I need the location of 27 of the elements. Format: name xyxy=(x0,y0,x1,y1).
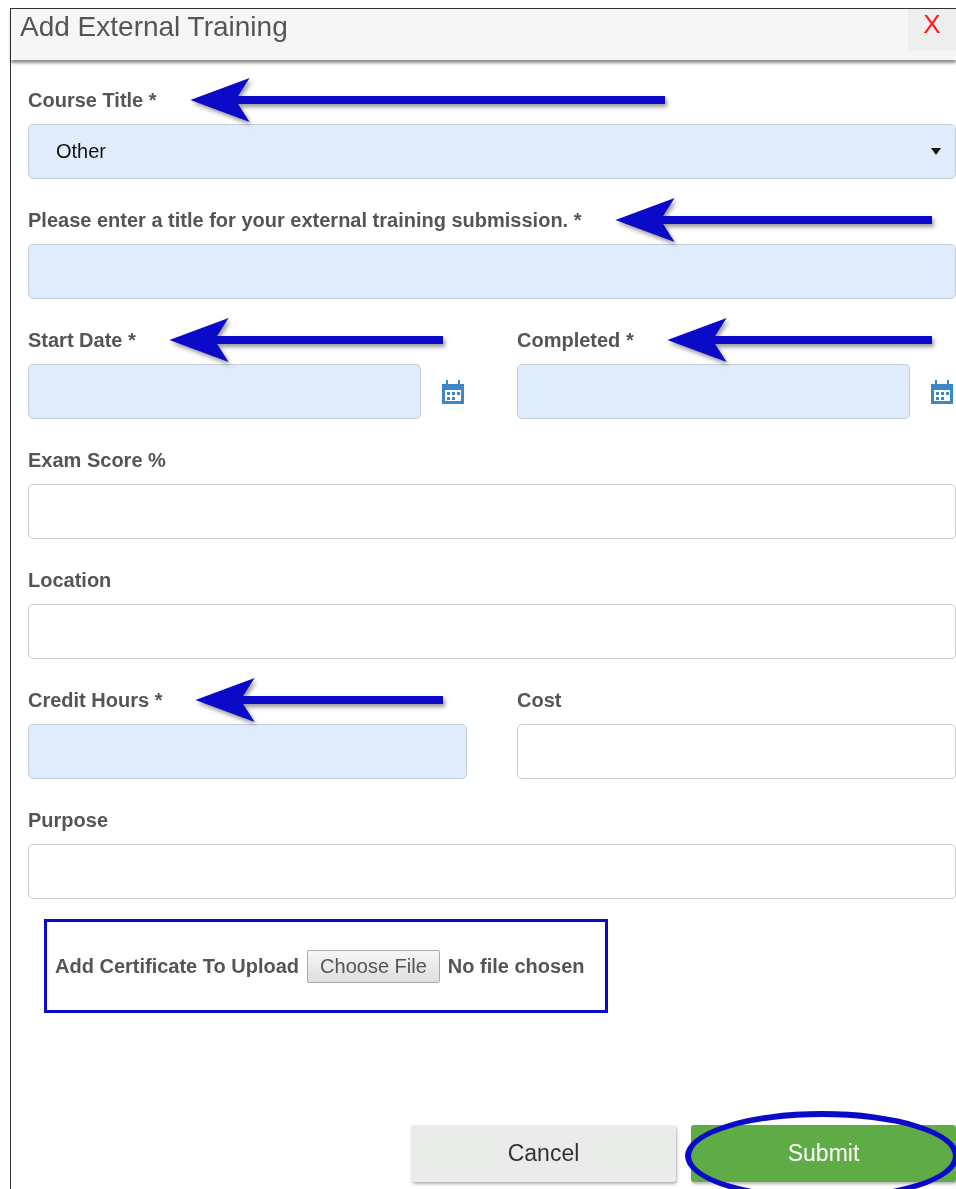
date-field[interactable] xyxy=(517,364,910,419)
input-field[interactable] xyxy=(28,724,467,779)
select-field[interactable]: Other xyxy=(28,124,956,179)
field-label: Purpose xyxy=(28,808,109,832)
file-status: No file chosen xyxy=(447,954,585,978)
field-label: Start Date * xyxy=(28,328,136,352)
input-field[interactable] xyxy=(28,484,956,539)
field-label: Course Title * xyxy=(28,88,157,112)
input-field[interactable] xyxy=(28,244,956,299)
field-label: Exam Score % xyxy=(28,448,166,472)
field-label: Completed * xyxy=(517,328,634,352)
input-field[interactable] xyxy=(28,604,956,659)
calendar-icon[interactable] xyxy=(442,379,464,404)
close-button[interactable]: X xyxy=(908,9,956,51)
upload-label: Add Certificate To Upload xyxy=(55,954,300,978)
field-label: Please enter a title for your external training submission. * xyxy=(28,208,582,232)
dialog-title: Add External Training xyxy=(20,11,288,43)
field-label: Credit Hours * xyxy=(28,688,163,712)
cancel-button[interactable]: Cancel xyxy=(411,1125,676,1182)
input-field[interactable] xyxy=(28,844,956,899)
choose-file-button[interactable]: Choose File xyxy=(307,949,440,983)
field-label: Location xyxy=(28,568,112,592)
caret-icon xyxy=(931,148,941,155)
input-field[interactable] xyxy=(517,724,956,779)
field-label: Cost xyxy=(517,688,562,712)
date-field[interactable] xyxy=(28,364,421,419)
calendar-icon[interactable] xyxy=(931,379,953,404)
